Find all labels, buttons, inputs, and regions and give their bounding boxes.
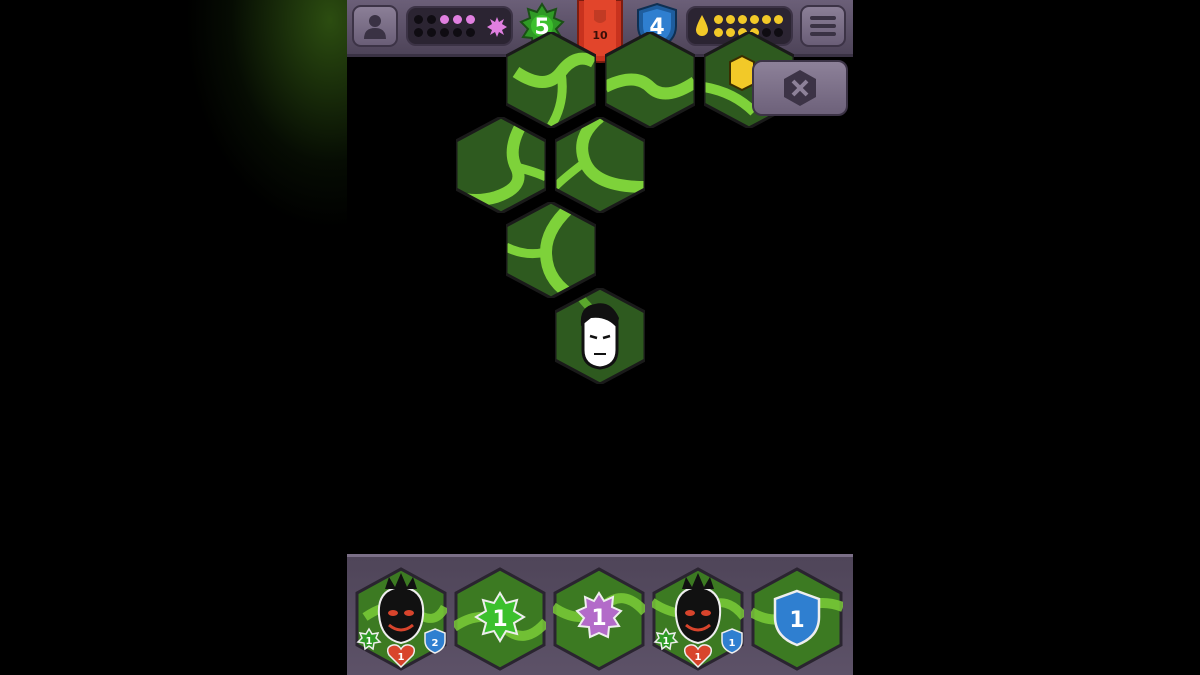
card-defense-badge: 1 [721,628,743,654]
pink-resource-panel [406,6,513,46]
resource-dot [414,15,423,24]
map-tile[interactable] [555,117,645,213]
attack-card[interactable]: 1 [454,567,546,671]
resource-dot [726,15,735,24]
svg-text:1: 1 [591,606,606,631]
map-tile[interactable] [506,202,596,298]
svg-text:2: 2 [432,638,439,649]
svg-text:1: 1 [789,608,804,633]
svg-text:1: 1 [366,636,373,647]
hamburger-menu-icon [810,16,836,36]
resource-dot [466,15,475,24]
card-tray: 1 2 1 1 1 1 1 1 1 [347,554,853,675]
green-star-icon: 1 [474,591,526,643]
resource-dot [466,28,475,37]
resource-dot [453,15,462,24]
resource-dot [427,28,436,37]
resource-dot [414,28,423,37]
background-glow [0,0,347,675]
close-button[interactable] [752,60,848,116]
menu-button[interactable] [800,5,846,47]
resource-dot [453,28,462,37]
player-tile[interactable] [555,288,645,384]
map-tile[interactable] [605,32,695,128]
map-tile[interactable] [456,117,546,213]
monster-card[interactable]: 1 1 1 [652,567,744,671]
profile-button[interactable] [352,5,398,47]
svg-text:1: 1 [398,652,405,663]
resource-dot [774,15,783,24]
svg-text:1: 1 [729,638,736,649]
monster-card[interactable]: 1 2 1 [355,567,447,671]
hero-face-icon [580,303,619,370]
person-icon [364,15,386,39]
game-board: 5 10 4 1 2 1 1 1 1 1 1 1 [347,0,853,675]
resource-dot [427,15,436,24]
gear-card[interactable]: 1 [553,567,645,671]
resource-dot [440,28,449,37]
pink-gear-icon [487,17,507,37]
resource-dot [714,15,723,24]
map-tile[interactable] [506,32,596,128]
close-x-icon [784,70,816,106]
resource-dot [440,15,449,24]
shield-card[interactable]: 1 [751,567,843,671]
svg-text:1: 1 [492,607,507,632]
card-defense-badge: 2 [424,628,446,654]
resource-dot [738,15,747,24]
blue-shield-icon: 1 [773,589,821,647]
resource-dot [762,15,771,24]
resource-dot [750,15,759,24]
svg-text:1: 1 [663,636,670,647]
svg-text:1: 1 [695,652,702,663]
